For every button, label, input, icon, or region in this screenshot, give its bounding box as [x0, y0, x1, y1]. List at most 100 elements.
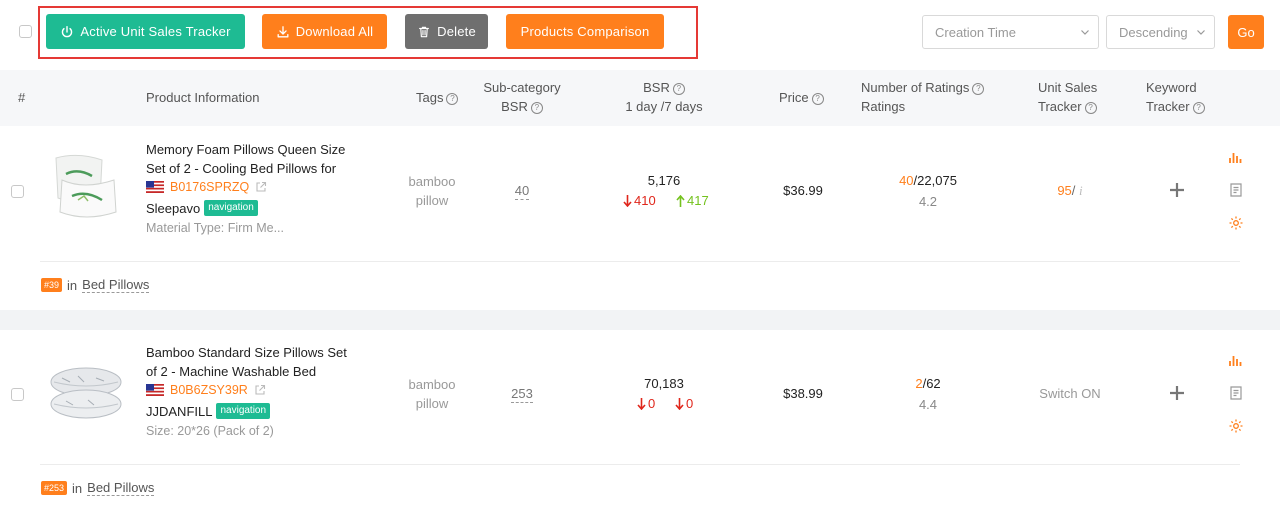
help-icon[interactable]: ?: [446, 93, 459, 105]
rating-score: 4.4: [918, 397, 938, 412]
tag-line2: pillow: [415, 396, 449, 411]
toolbar: Active Unit Sales Tracker Download All D…: [0, 0, 1280, 70]
trash-icon: [419, 26, 430, 37]
bar-chart-icon[interactable]: [1228, 352, 1244, 368]
download-icon: [277, 25, 289, 37]
col-bsr-line1: BSR: [643, 80, 670, 95]
col-subcat-line2: BSR: [501, 99, 528, 114]
product-image[interactable]: [48, 356, 124, 432]
active-unit-sales-tracker-label: Active Unit Sales Tracker: [80, 24, 231, 39]
delete-button[interactable]: Delete: [405, 14, 488, 49]
brand-name[interactable]: JJDANFILL: [146, 404, 212, 419]
row-divider: [40, 464, 1240, 465]
brand-line: JJDANFILL navigation: [146, 403, 271, 419]
sort-field-select[interactable]: Creation Time: [922, 15, 1099, 49]
col-tags-label: Tags: [416, 90, 444, 105]
subcategory-bsr[interactable]: 253: [492, 386, 552, 403]
ratings-total-value: /62: [922, 376, 941, 391]
rank-in-text: in: [72, 480, 83, 496]
ratings-count: 2/62: [878, 376, 978, 391]
rating-score: 4.2: [918, 194, 938, 209]
product-image[interactable]: [48, 150, 124, 226]
help-icon[interactable]: ?: [530, 102, 543, 114]
unit-sales-tracker-value[interactable]: 95/ i: [1020, 183, 1120, 199]
gear-icon[interactable]: [1228, 418, 1244, 434]
external-link-icon[interactable]: [254, 384, 266, 396]
col-ust-header: Unit Sales Tracker?: [1038, 78, 1097, 116]
bsr-7day-value: 417: [687, 193, 709, 208]
col-ust-line1: Unit Sales: [1038, 80, 1098, 95]
product-title[interactable]: Memory Foam Pillows Queen Size Set of 2 …: [146, 140, 374, 178]
product-tags: bamboo pillow: [400, 172, 464, 210]
delete-label: Delete: [437, 24, 476, 39]
tag-line1: bamboo: [408, 174, 456, 189]
table-header: # Product Information Tags? Sub-category…: [0, 70, 1280, 126]
col-product-info-header: Product Information: [146, 90, 260, 105]
ratings-count-value[interactable]: 40: [899, 173, 913, 188]
add-keyword-tracker-icon[interactable]: [1167, 383, 1187, 403]
bar-chart-icon[interactable]: [1228, 149, 1244, 165]
subcategory-bsr[interactable]: 40: [492, 183, 552, 200]
tag-line2: pillow: [415, 193, 449, 208]
product-title[interactable]: Bamboo Standard Size Pillows Set of 2 - …: [146, 343, 374, 381]
products-comparison-button[interactable]: Products Comparison: [506, 14, 664, 49]
col-kw-header: Keyword Tracker?: [1146, 78, 1205, 116]
rank-category-link[interactable]: Bed Pillows: [82, 277, 150, 293]
col-tags-header: Tags?: [416, 88, 459, 107]
row-checkbox[interactable]: [11, 185, 24, 198]
sort-order-select[interactable]: Descending: [1106, 15, 1215, 49]
bsr-7day-value: 0: [686, 396, 694, 411]
row-checkbox[interactable]: [11, 388, 24, 401]
tag-line1: bamboo: [408, 377, 456, 392]
price-value: $38.99: [783, 386, 823, 401]
asin-link[interactable]: B0B6ZSY39R: [170, 383, 248, 397]
active-unit-sales-tracker-button[interactable]: Active Unit Sales Tracker: [46, 14, 245, 49]
ust-slash: /: [1071, 183, 1076, 198]
add-keyword-tracker-icon[interactable]: [1167, 180, 1187, 200]
download-all-label: Download All: [295, 24, 374, 39]
bsr-1day-trend: 410: [623, 193, 656, 208]
brand-name[interactable]: Sleepavo: [146, 201, 200, 216]
notes-icon[interactable]: [1228, 385, 1244, 401]
product-meta: Material Type: Firm Me...: [146, 221, 284, 235]
switch-on-toggle[interactable]: Switch ON: [1020, 386, 1120, 401]
external-link-icon[interactable]: [255, 181, 267, 193]
help-icon[interactable]: ?: [672, 83, 685, 95]
ust-count: 95: [1057, 183, 1072, 198]
help-icon[interactable]: ?: [811, 93, 824, 105]
go-label: Go: [1237, 24, 1255, 40]
product-title-line2: of 2 - Machine Washable Bed: [146, 364, 317, 379]
product-tags: bamboo pillow: [400, 375, 464, 413]
asin-line: B0B6ZSY39R: [146, 383, 266, 397]
rank-category-link[interactable]: Bed Pillows: [87, 480, 155, 496]
asin-link[interactable]: B0176SPRZQ: [170, 180, 249, 194]
download-all-button[interactable]: Download All: [262, 14, 387, 49]
notes-icon[interactable]: [1228, 182, 1244, 198]
go-button[interactable]: Go: [1228, 15, 1264, 49]
rank-in-text: in: [67, 277, 78, 293]
help-icon[interactable]: ?: [1084, 102, 1097, 114]
products-comparison-label: Products Comparison: [520, 24, 650, 39]
help-icon[interactable]: ?: [972, 83, 985, 95]
ratings-count-value[interactable]: 2: [915, 376, 922, 391]
info-icon[interactable]: i: [1079, 183, 1083, 198]
help-icon[interactable]: ?: [1192, 102, 1205, 114]
col-bsr-line2: 1 day /7 days: [625, 99, 703, 114]
subcategory-bsr-value: 253: [511, 386, 533, 403]
sort-field-value: Creation Time: [935, 24, 1016, 40]
bsr-1day-trend: 0: [637, 396, 655, 411]
category-rank: #253 in Bed Pillows: [41, 480, 155, 496]
product-title-line1: Memory Foam Pillows Queen Size: [146, 142, 346, 157]
ratings-count: 40/22,075: [878, 173, 978, 188]
select-all-checkbox[interactable]: [19, 25, 32, 38]
gear-icon[interactable]: [1228, 215, 1244, 231]
col-kw-line2: Tracker: [1146, 99, 1190, 114]
col-kw-line1: Keyword: [1146, 80, 1197, 95]
rank-badge: #39: [41, 278, 63, 292]
col-price-header: Price?: [779, 88, 824, 107]
navigation-badge: navigation: [216, 403, 271, 419]
col-price-label: Price: [779, 90, 809, 105]
row-separator: [0, 310, 1280, 330]
col-ust-line2: Tracker: [1038, 99, 1082, 114]
arrow-down-icon: [675, 397, 684, 410]
